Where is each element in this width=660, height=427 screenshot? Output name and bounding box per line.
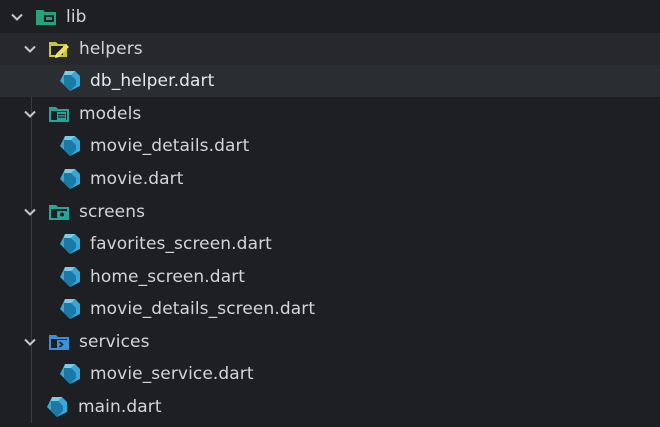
tree-item-label: favorites_screen.dart [90, 234, 272, 254]
tree-folder-helpers[interactable]: helpers [0, 33, 660, 65]
tree-folder-screens[interactable]: screens [0, 196, 660, 228]
tree-file-home-screen[interactable]: home_screen.dart [0, 261, 660, 293]
tree-folder-models[interactable]: models [0, 98, 660, 130]
dart-file-icon [59, 266, 81, 288]
chevron-down-icon[interactable] [10, 10, 24, 24]
tree-file-favorites-screen[interactable]: favorites_screen.dart [0, 228, 660, 260]
folder-screens-icon [48, 201, 70, 223]
folder-services-icon [48, 331, 70, 353]
chevron-down-icon[interactable] [23, 335, 37, 349]
folder-models-icon [48, 103, 70, 125]
dart-file-icon [59, 298, 81, 320]
dart-file-icon [59, 363, 81, 385]
tree-item-label: main.dart [78, 397, 162, 417]
tree-item-label: models [79, 104, 142, 124]
folder-helpers-icon [48, 38, 70, 60]
chevron-down-icon[interactable] [23, 42, 37, 56]
tree-item-label: db_helper.dart [90, 71, 215, 91]
dart-file-icon [46, 396, 68, 418]
tree-item-label: helpers [79, 39, 143, 59]
tree-item-label: screens [79, 202, 146, 222]
tree-item-label: lib [66, 7, 87, 27]
tree-item-label: movie_details_screen.dart [90, 299, 316, 319]
dart-file-icon [59, 70, 81, 92]
tree-item-label: home_screen.dart [90, 267, 246, 287]
tree-file-main[interactable]: main.dart [0, 391, 660, 423]
tree-item-label: movie_service.dart [90, 364, 254, 384]
dart-file-icon [59, 233, 81, 255]
tree-item-label: services [79, 332, 150, 352]
chevron-down-icon[interactable] [23, 205, 37, 219]
tree-item-label: movie_details.dart [90, 136, 250, 156]
tree-file-movie-service[interactable]: movie_service.dart [0, 358, 660, 390]
dart-file-icon [59, 135, 81, 157]
chevron-down-icon[interactable] [23, 107, 37, 121]
dart-file-icon [59, 168, 81, 190]
folder-lib-icon [35, 6, 57, 28]
file-explorer: lib helpers db_helper.dart models movie_… [0, 0, 660, 427]
tree-file-db-helper[interactable]: db_helper.dart [0, 65, 660, 97]
tree-file-movie-details[interactable]: movie_details.dart [0, 130, 660, 162]
tree-file-movie[interactable]: movie.dart [0, 163, 660, 195]
tree-folder-lib[interactable]: lib [0, 1, 660, 33]
tree-file-movie-details-screen[interactable]: movie_details_screen.dart [0, 293, 660, 325]
tree-folder-services[interactable]: services [0, 326, 660, 358]
tree-item-label: movie.dart [90, 169, 184, 189]
